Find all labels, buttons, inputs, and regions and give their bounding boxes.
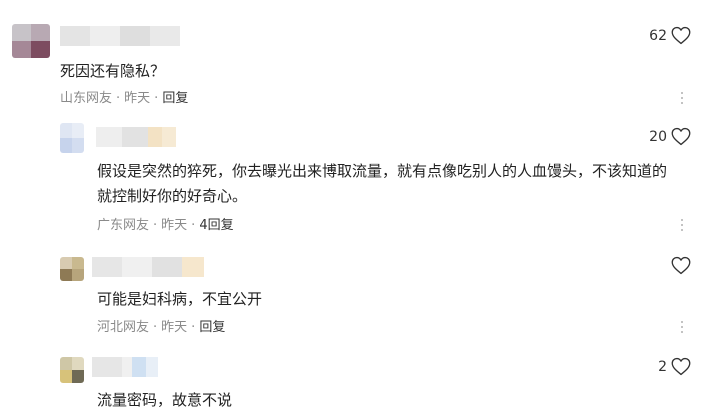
comment-meta: 山东网友 · 昨天 · 回复 <box>60 90 188 108</box>
heart-outline-icon <box>671 127 691 146</box>
comment-text: 死因还有隐私？ <box>60 62 166 80</box>
comment-meta: 河北网友 · 昨天 · 回复 <box>97 319 225 337</box>
location-label: 广东网友 <box>97 218 150 233</box>
like-button[interactable]: 20 <box>649 127 691 146</box>
meta-separator: · <box>191 218 196 233</box>
like-button[interactable]: 62 <box>649 26 691 45</box>
reply-link[interactable]: 回复 <box>162 91 188 106</box>
location-label: 河北网友 <box>97 320 150 335</box>
heart-outline-icon <box>671 357 691 376</box>
comment-text: 假设是突然的猝死，你去曝光出来博取流量，就有点像吃别人的人血馒头，不该知道的就控… <box>97 162 668 205</box>
user-avatar[interactable] <box>12 24 50 58</box>
vertical-dots-icon[interactable] <box>680 219 684 235</box>
like-count: 20 <box>649 128 667 145</box>
heart-outline-icon <box>671 256 691 275</box>
location-label: 山东网友 <box>60 91 113 106</box>
time-label: 昨天 <box>124 91 151 106</box>
like-button[interactable]: 2 <box>658 357 691 376</box>
heart-outline-icon <box>671 26 691 45</box>
like-count: 62 <box>649 27 667 44</box>
reply-link[interactable]: 回复 <box>199 320 225 335</box>
username-blurred[interactable] <box>60 26 180 46</box>
like-button[interactable] <box>671 256 691 275</box>
meta-separator: · <box>116 91 121 106</box>
username-blurred[interactable] <box>96 127 176 147</box>
comment-text: 可能是妇科病，不宜公开 <box>97 290 263 308</box>
username-blurred[interactable] <box>92 357 158 377</box>
meta-separator: · <box>191 320 196 335</box>
reply-link[interactable]: 4回复 <box>199 218 233 233</box>
like-count: 2 <box>658 358 667 375</box>
comment-meta: 广东网友 · 昨天 · 4回复 <box>97 217 234 235</box>
time-label: 昨天 <box>161 218 188 233</box>
user-avatar[interactable] <box>60 257 84 281</box>
vertical-dots-icon[interactable] <box>680 92 684 108</box>
user-avatar[interactable] <box>60 123 84 153</box>
meta-separator: · <box>153 320 158 335</box>
time-label: 昨天 <box>161 320 188 335</box>
comment-text: 流量密码，故意不说 <box>97 391 233 409</box>
user-avatar[interactable] <box>60 357 84 383</box>
username-blurred[interactable] <box>92 257 204 277</box>
meta-separator: · <box>154 91 159 106</box>
meta-separator: · <box>153 218 158 233</box>
vertical-dots-icon[interactable] <box>680 321 684 337</box>
